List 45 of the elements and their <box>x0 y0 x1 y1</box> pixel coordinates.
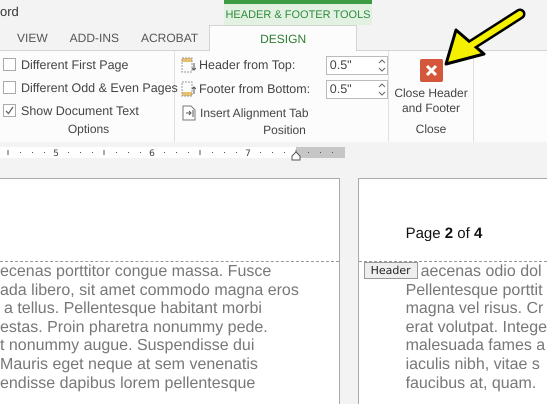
body-text-line: Mauris eget neque at sem venenatis <box>0 356 259 375</box>
body-text-line: iaculis nibh, vitae s <box>406 356 541 375</box>
close-icon <box>420 59 442 82</box>
group-label: Options <box>66 122 110 138</box>
body-text-line: ada libero, sit amet commodo magna eros <box>0 282 300 300</box>
header-tag: Header <box>364 262 418 279</box>
body-text-line: t nonummy augue. Suspendisse dui <box>0 337 256 356</box>
ribbon-tab[interactable]: ACROBAT <box>140 25 200 50</box>
ribbon-tab[interactable]: ADD-INS <box>68 25 120 50</box>
checkbox[interactable] <box>3 104 16 117</box>
checkbox[interactable] <box>3 81 16 94</box>
checkbox[interactable] <box>3 58 16 71</box>
body-text-line: erat volutpat. Intege <box>406 318 547 338</box>
field-label: Footer from Bottom: <box>199 82 312 96</box>
contextual-tab-label: HEADER & FOOTER TOOLS <box>224 0 372 25</box>
body-text-line: malesuada fames a <box>406 337 546 356</box>
ribbon-tab[interactable]: VIEW <box>16 25 49 50</box>
ruler-number: 5 <box>53 149 59 159</box>
ruler-number: 6 <box>149 149 155 159</box>
body-text-line: aecenas odio dol <box>420 263 543 282</box>
spin-arrows-icon[interactable] <box>377 80 387 98</box>
group-label: Close <box>416 122 446 138</box>
spin-arrows-icon[interactable] <box>377 56 387 74</box>
header-position-icon <box>181 57 196 73</box>
document-tab-icon <box>181 105 197 121</box>
checkbox-label: Different Odd & Even Pages <box>21 80 178 94</box>
insert-alignment-tab-button[interactable]: Insert Alignment Tab <box>181 103 388 123</box>
spin-field[interactable]: 0.5" <box>326 80 388 98</box>
body-text-line: faucibus at, quam. <box>406 374 538 394</box>
spin-field[interactable]: 0.5" <box>326 56 388 74</box>
page-number-header: Page 2 of 4 <box>406 225 482 242</box>
body-text-line: endisse dapibus lorem pellentesque <box>0 374 256 394</box>
ribbon-tab[interactable]: DESIGN <box>209 25 358 51</box>
field-label: Header from Top: <box>199 58 296 72</box>
footer-position-icon <box>181 81 196 97</box>
checkbox-label: Show Document Text <box>21 104 139 118</box>
body-text-line: magna vel risus. Cr <box>406 300 544 319</box>
body-text-line: Pellentesque porttit <box>406 282 544 300</box>
body-text-line: estas. Proin pharetra nonummy pede. <box>0 318 269 338</box>
ruler-number: 7 <box>245 149 251 159</box>
group-label: Position <box>262 123 307 139</box>
body-text-line: ecenas porttitor congue massa. Fusce <box>0 263 272 282</box>
app-title: ord <box>0 4 20 19</box>
checkbox-label: Different First Page <box>21 58 128 72</box>
body-text-line: a tellus. Pellentesque habitant morbi <box>4 300 263 319</box>
